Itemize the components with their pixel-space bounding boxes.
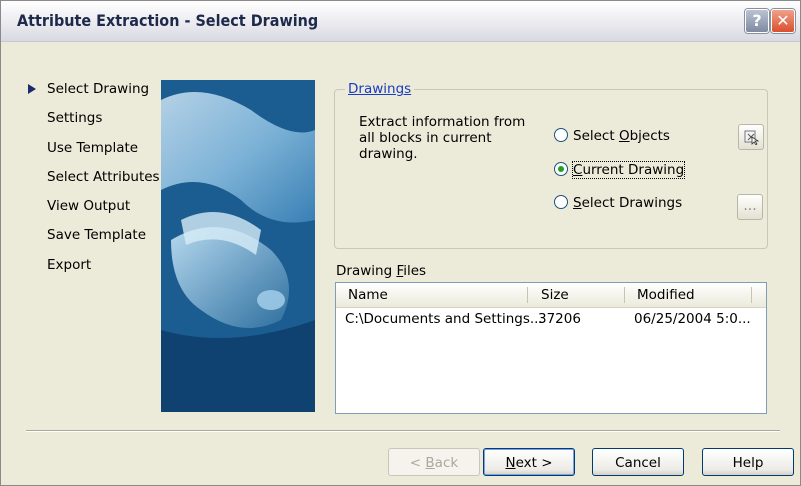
step-view-output: View Output bbox=[26, 197, 160, 226]
radio-label: Current Drawing bbox=[571, 161, 686, 179]
step-label: View Output bbox=[47, 198, 131, 215]
footer-divider bbox=[26, 430, 780, 432]
close-button[interactable]: ✕ bbox=[771, 9, 795, 33]
step-label: Save Template bbox=[47, 227, 147, 244]
radio-circle-icon bbox=[554, 128, 568, 142]
step-label: Use Template bbox=[47, 139, 139, 156]
browse-drawings-button[interactable]: ... bbox=[737, 194, 763, 220]
step-use-template: Use Template bbox=[26, 139, 160, 168]
step-save-template: Save Template bbox=[26, 226, 160, 255]
column-header-modified[interactable]: Modified bbox=[637, 283, 695, 307]
current-step-arrow-icon bbox=[28, 84, 36, 94]
step-label: Export bbox=[47, 256, 92, 273]
help-button[interactable]: Help bbox=[702, 448, 794, 476]
radio-circle-icon bbox=[554, 195, 568, 209]
select-drawings-radio[interactable]: Select Drawings bbox=[554, 194, 682, 212]
title-bar[interactable]: Attribute Extraction - Select Drawing ? … bbox=[1, 1, 800, 42]
step-label: Select Attributes bbox=[47, 168, 160, 185]
file-name-cell: C:\Documents and Settings... bbox=[345, 311, 543, 327]
column-divider[interactable] bbox=[751, 287, 752, 303]
radio-label: Select Drawings bbox=[573, 195, 683, 211]
step-settings: Settings bbox=[26, 109, 160, 138]
column-header-size[interactable]: Size bbox=[541, 283, 569, 307]
list-header: Name Size Modified bbox=[336, 283, 766, 308]
column-divider[interactable] bbox=[527, 287, 528, 303]
cancel-button[interactable]: Cancel bbox=[592, 448, 684, 476]
column-divider[interactable] bbox=[624, 287, 625, 303]
help-title-button[interactable]: ? bbox=[745, 9, 769, 33]
step-select-drawing: Select Drawing bbox=[26, 80, 160, 109]
file-modified-cell: 06/25/2004 5:0... bbox=[634, 311, 751, 327]
radio-label: Select Objects bbox=[573, 128, 670, 144]
attribute-extraction-dialog: Attribute Extraction - Select Drawing ? … bbox=[0, 0, 801, 486]
file-size-cell: 37206 bbox=[538, 311, 581, 327]
select-objects-button[interactable] bbox=[738, 124, 764, 150]
radio-selected-icon bbox=[554, 162, 568, 176]
wizard-hand-mouse-image bbox=[161, 80, 315, 412]
select-objects-radio[interactable]: Select Objects bbox=[554, 127, 670, 145]
next-button[interactable]: Next > bbox=[483, 448, 575, 476]
select-objects-icon bbox=[744, 130, 760, 146]
column-header-name[interactable]: Name bbox=[348, 283, 388, 307]
step-label: Select Drawing bbox=[47, 81, 150, 97]
drawings-group-title: Drawings bbox=[345, 81, 415, 97]
window-title: Attribute Extraction - Select Drawing bbox=[17, 11, 319, 30]
current-drawing-radio[interactable]: Current Drawing bbox=[554, 161, 686, 179]
drawings-description: Extract information from all blocks in c… bbox=[359, 114, 526, 162]
drawing-files-label: Drawing Files bbox=[336, 263, 427, 279]
step-label: Settings bbox=[47, 110, 103, 127]
back-button[interactable]: < Back bbox=[388, 448, 480, 476]
table-row[interactable]: C:\Documents and Settings... 37206 06/25… bbox=[336, 309, 766, 329]
step-select-attributes: Select Attributes bbox=[26, 168, 160, 197]
drawings-group bbox=[334, 89, 768, 249]
wizard-steps: Select Drawing Settings Use Template Sel… bbox=[26, 80, 160, 285]
drawing-files-list[interactable]: Name Size Modified C:\Documents and Sett… bbox=[335, 282, 767, 414]
step-export: Export bbox=[26, 256, 160, 285]
